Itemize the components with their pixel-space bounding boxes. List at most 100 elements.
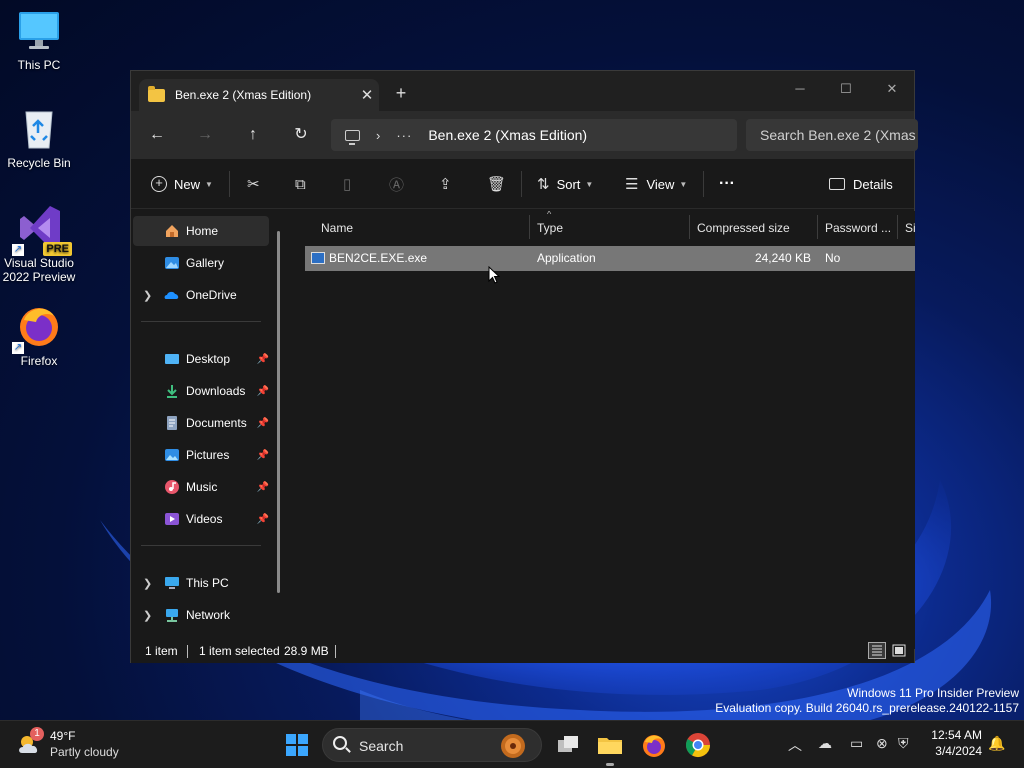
file-row[interactable]: BEN2CE.EXE.exe Application 24,240 KB No xyxy=(305,246,915,271)
status-item-count: 1 item xyxy=(145,644,178,658)
navigation-bar: ← → ↑ ↻ › ··· Ben.exe 2 (Xmas Edition) S… xyxy=(131,111,918,159)
sort-button[interactable]: ⇅ Sort ▼ xyxy=(537,172,593,196)
notification-badge: 1 xyxy=(30,727,44,741)
network-disconnected-icon[interactable]: ⊗ xyxy=(876,735,888,752)
new-tab-button[interactable]: + xyxy=(389,83,413,104)
status-divider xyxy=(187,645,188,658)
desktop-icon-firefox[interactable]: ↗ Firefox xyxy=(0,302,78,368)
clock[interactable]: 12:54 AM 3/4/2024 xyxy=(930,728,982,758)
display-icon[interactable]: ▭ xyxy=(850,735,863,752)
nav-item-onedrive[interactable]: ❯ OneDrive xyxy=(133,280,269,310)
nav-item-documents[interactable]: Documents 📌 xyxy=(133,408,269,438)
taskbar: 1 49°F Partly cloudy Search ︿ ☁ ▭ ⊗ ⛨ 12… xyxy=(0,720,1024,768)
folder-icon xyxy=(148,85,165,102)
share-button[interactable]: ⇪ xyxy=(439,172,452,196)
security-icon[interactable]: ⛨ xyxy=(898,735,909,752)
file-type: Application xyxy=(537,251,596,265)
nav-item-label: Home xyxy=(186,224,219,238)
weather-widget[interactable]: 1 49°F Partly cloudy xyxy=(16,727,136,763)
downloads-icon xyxy=(164,383,180,399)
pin-icon[interactable]: 📌 xyxy=(257,386,269,397)
column-header-name[interactable]: Name xyxy=(313,215,529,241)
navigation-scrollbar[interactable] xyxy=(277,231,280,593)
column-header-password[interactable]: Password ... xyxy=(817,215,897,241)
task-view-button[interactable] xyxy=(554,731,582,759)
pin-icon[interactable]: 📌 xyxy=(257,514,269,525)
up-button[interactable]: ↑ xyxy=(241,123,265,147)
nav-item-music[interactable]: Music 📌 xyxy=(133,472,269,502)
desktop-icon-recycle-bin[interactable]: Recycle Bin xyxy=(0,106,78,170)
shortcut-arrow-icon: ↗ xyxy=(12,244,24,256)
nav-item-desktop[interactable]: Desktop 📌 xyxy=(133,344,269,374)
search-box[interactable]: Search Ben.exe 2 (Xmas Edition) xyxy=(746,119,918,151)
title-bar: Ben.exe 2 (Xmas Edition) ✕ + ─ ☐ ✕ xyxy=(131,71,914,111)
notification-bell-icon[interactable]: 🔔 xyxy=(988,735,1005,752)
taskbar-search-box[interactable]: Search xyxy=(322,728,542,762)
nav-item-network[interactable]: ❯ Network xyxy=(133,600,269,630)
desktop-icon-this-pc[interactable]: This PC xyxy=(0,8,78,72)
nav-item-home[interactable]: Home xyxy=(133,216,269,246)
breadcrumb-overflow-button[interactable]: ··· xyxy=(396,128,412,143)
chevron-right-icon[interactable]: ❯ xyxy=(143,577,152,590)
pin-icon[interactable]: 📌 xyxy=(257,482,269,493)
show-hidden-icons-button[interactable]: ︿ xyxy=(788,735,802,755)
details-button[interactable]: Details xyxy=(829,172,893,196)
close-tab-button[interactable]: ✕ xyxy=(355,86,379,104)
paste-button[interactable]: ▯ xyxy=(343,172,351,196)
desktop-icon-label: Firefox xyxy=(20,354,58,368)
column-header-compressed-size[interactable]: Compressed size xyxy=(689,215,817,241)
back-button[interactable]: ← xyxy=(145,123,169,147)
chevron-right-icon[interactable]: ❯ xyxy=(143,289,152,302)
weather-temperature: 49°F xyxy=(50,729,76,743)
column-header-size[interactable]: Si xyxy=(897,215,915,241)
file-compressed-size: 24,240 KB xyxy=(754,251,811,265)
start-button[interactable] xyxy=(283,731,311,759)
pin-icon[interactable]: 📌 xyxy=(257,418,269,429)
refresh-button[interactable]: ↻ xyxy=(289,123,313,147)
firefox-taskbar-button[interactable] xyxy=(640,731,668,759)
nav-item-label: OneDrive xyxy=(186,288,237,302)
cut-button[interactable]: ✂ xyxy=(247,172,260,196)
new-button[interactable]: + New ▼ xyxy=(151,172,213,196)
nav-item-label: This PC xyxy=(186,576,229,590)
nav-item-gallery[interactable]: Gallery xyxy=(133,248,269,278)
tab-ben-exe-2[interactable]: Ben.exe 2 (Xmas Edition) ✕ xyxy=(139,79,379,111)
minimize-button[interactable]: ─ xyxy=(777,75,823,103)
chevron-right-icon[interactable]: ❯ xyxy=(143,609,152,622)
sort-label: Sort xyxy=(556,176,581,192)
details-view-button[interactable] xyxy=(868,642,886,659)
rename-button[interactable]: Ⓐ xyxy=(389,172,404,196)
gallery-icon xyxy=(164,255,180,271)
toolbar-divider xyxy=(703,171,704,197)
nav-item-this-pc[interactable]: ❯ This PC xyxy=(133,568,269,598)
firefox-icon xyxy=(643,735,665,757)
file-explorer-taskbar-button[interactable] xyxy=(596,731,624,766)
more-options-button[interactable]: ··· xyxy=(719,172,735,196)
desktop-icon-visual-studio[interactable]: PRE ↗ Visual Studio 2022 Preview xyxy=(0,204,78,284)
breadcrumb-separator[interactable]: › xyxy=(376,128,380,143)
breadcrumb-current[interactable]: Ben.exe 2 (Xmas Edition) xyxy=(428,127,587,143)
network-icon xyxy=(164,607,180,623)
delete-button[interactable]: 🗑 xyxy=(487,172,506,196)
nav-item-videos[interactable]: Videos 📌 xyxy=(133,504,269,534)
this-pc-icon xyxy=(164,575,180,591)
search-icon-handle xyxy=(345,747,351,753)
chrome-taskbar-button[interactable] xyxy=(684,731,712,759)
command-bar: + New ▼ ✂ ⧉ ▯ Ⓐ ⇪ 🗑 ⇅ Sort ▼ ☰ View ▼ ··… xyxy=(131,159,914,209)
pin-icon[interactable]: 📌 xyxy=(257,354,269,365)
close-window-button[interactable]: ✕ xyxy=(869,75,915,103)
nav-item-downloads[interactable]: Downloads 📌 xyxy=(133,376,269,406)
tiles-view-button[interactable] xyxy=(890,642,908,659)
pin-icon[interactable]: 📌 xyxy=(257,450,269,461)
onedrive-offline-icon[interactable]: ☁ xyxy=(818,735,832,752)
details-pane-icon xyxy=(829,178,845,190)
column-header-type[interactable]: Type xyxy=(529,215,689,241)
view-button[interactable]: ☰ View ▼ xyxy=(625,172,687,196)
nav-item-pictures[interactable]: Pictures 📌 xyxy=(133,440,269,470)
copy-button[interactable]: ⧉ xyxy=(295,172,306,196)
clock-time: 12:54 AM xyxy=(931,728,982,742)
videos-icon xyxy=(164,511,180,527)
forward-button[interactable]: → xyxy=(193,123,217,147)
address-bar[interactable]: › ··· Ben.exe 2 (Xmas Edition) xyxy=(331,119,737,151)
maximize-button[interactable]: ☐ xyxy=(823,75,869,103)
